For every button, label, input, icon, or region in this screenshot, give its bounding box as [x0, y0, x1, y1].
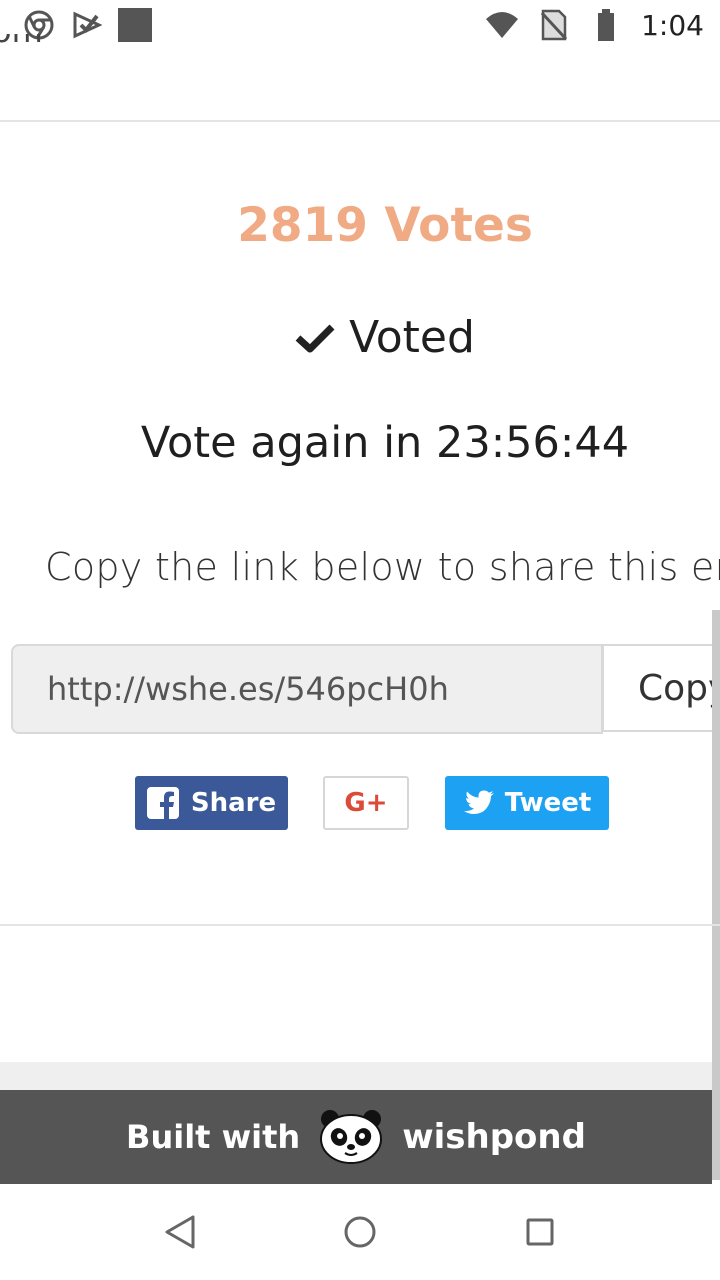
twitter-tweet-button[interactable]: Tweet: [445, 776, 609, 830]
voted-label: Voted: [349, 312, 475, 363]
copy-button[interactable]: Copy: [602, 644, 720, 732]
home-button[interactable]: [336, 1208, 384, 1256]
share-link-input[interactable]: http://wshe.es/546pcH0h: [11, 644, 603, 734]
twitter-icon: [463, 790, 494, 814]
top-divider: [0, 120, 720, 122]
page: 1:04 om 2819 Votes Voted Vote again in 2…: [0, 0, 720, 1280]
checkmark-icon: [295, 324, 335, 352]
vote-again-timer: Vote again in 23:56:44: [140, 418, 630, 468]
battery-icon: [589, 8, 623, 42]
home-circle-icon: [344, 1216, 376, 1248]
navigation-bar: [0, 1184, 720, 1280]
share-link-text: http://wshe.es/546pcH0h: [47, 670, 449, 708]
vote-count: 2819 Votes: [237, 198, 533, 253]
built-with-label: Built with: [126, 1118, 301, 1156]
status-bar: 1:04: [0, 0, 720, 50]
recents-square-icon: [526, 1218, 554, 1246]
scrollbar[interactable]: [712, 610, 720, 1180]
status-bar-time: 1:04: [641, 8, 704, 42]
footer-spacer: [0, 1062, 712, 1090]
bottom-divider: [0, 924, 720, 926]
no-sim-icon: [537, 8, 571, 42]
back-triangle-icon: [165, 1215, 195, 1249]
google-plus-share-button[interactable]: G+: [323, 776, 409, 830]
facebook-icon: [146, 787, 179, 819]
copy-button-label: Copy: [638, 667, 720, 709]
google-plus-label: G+: [344, 788, 388, 818]
facebook-share-label: Share: [190, 788, 277, 818]
wifi-icon: [485, 8, 519, 42]
square-app-icon: [118, 8, 152, 42]
back-button[interactable]: [156, 1208, 204, 1256]
status-bar-right: 1:04: [485, 8, 704, 42]
twitter-tweet-label: Tweet: [504, 788, 592, 818]
clipped-page-text: om: [0, 34, 60, 50]
recents-button[interactable]: [516, 1208, 564, 1256]
wishpond-brand: wishpond: [402, 1117, 586, 1157]
wishpond-panda-logo-icon: [320, 1110, 383, 1164]
voted-status: Voted: [0, 312, 720, 363]
built-with-footer[interactable]: Built with wishpond: [0, 1090, 712, 1184]
facebook-share-button[interactable]: Share: [135, 776, 288, 830]
checkmark-app-icon: [70, 8, 104, 42]
copy-instructions: Copy the link below to share this entry: [45, 545, 720, 589]
